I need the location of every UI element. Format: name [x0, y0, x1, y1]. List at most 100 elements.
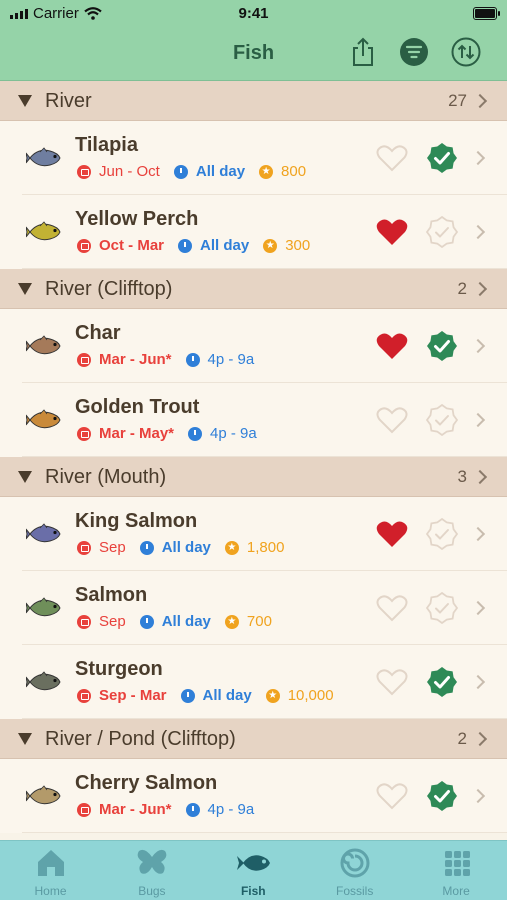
section-title: River (Mouth): [45, 466, 167, 488]
navigation-bar: Fish: [0, 28, 507, 81]
collapse-triangle-icon[interactable]: [18, 733, 32, 745]
hours-label: All day: [200, 237, 250, 254]
caught-badge-icon[interactable]: [426, 780, 458, 812]
hours-label: All day: [195, 163, 246, 180]
clock-icon: [180, 688, 195, 703]
uncaught-badge-icon[interactable]: [425, 517, 459, 551]
clock-icon: [188, 426, 203, 441]
caught-badge-icon[interactable]: [426, 142, 458, 174]
caught-badge-icon[interactable]: [426, 330, 458, 362]
filter-button[interactable]: [398, 36, 430, 68]
section-header[interactable]: River (Mouth) 3: [0, 457, 507, 497]
fish-meta: Oct - Mar All day ★ 300: [77, 237, 310, 254]
heart-filled-icon[interactable]: [376, 218, 408, 246]
fish-name: Salmon: [75, 584, 148, 606]
calendar-icon: [77, 614, 91, 629]
collapse-triangle-icon[interactable]: [18, 283, 32, 295]
fish-row[interactable]: Salmon Sep All day ★ 700: [0, 571, 507, 645]
section-header[interactable]: River / Pond (Clifftop) 2: [0, 719, 507, 759]
fish-name: Sturgeon: [75, 658, 163, 680]
clock: 9:41: [238, 5, 269, 22]
heart-outline-icon[interactable]: [376, 406, 408, 434]
fish-meta: Mar - Jun* 4p - 9a: [77, 351, 268, 368]
season-label: Sep: [99, 613, 126, 630]
tab-more[interactable]: More: [406, 841, 507, 900]
uncaught-badge-icon[interactable]: [425, 215, 459, 249]
fish-row[interactable]: Tilapia Jun - Oct All day ★ 800: [0, 121, 507, 195]
heart-outline-icon[interactable]: [376, 594, 408, 622]
page-title: Fish: [232, 42, 275, 64]
fish-row[interactable]: Golden Trout Mar - May* 4p - 9a: [0, 383, 507, 457]
tab-home[interactable]: Home: [0, 841, 101, 900]
fish-row[interactable]: Sturgeon Sep - Mar All day ★ 10,000: [0, 645, 507, 719]
hours-label: All day: [161, 613, 211, 630]
fish-meta: Mar - Jun* 4p - 9a: [77, 801, 268, 818]
chevron-right-icon[interactable]: [472, 731, 488, 747]
chevron-right-icon[interactable]: [470, 600, 486, 616]
fish-row[interactable]: Cherry Salmon Mar - Jun* 4p - 9a: [0, 759, 507, 833]
chevron-right-icon[interactable]: [470, 674, 486, 690]
tab-label: More: [442, 884, 470, 898]
section-count: 2: [457, 729, 467, 748]
fish-icon: [25, 519, 64, 549]
uncaught-badge-icon[interactable]: [425, 591, 459, 625]
fish-icon: [25, 781, 64, 811]
price-label: 10,000: [287, 687, 334, 704]
uncaught-badge-icon[interactable]: [425, 403, 459, 437]
share-icon: [353, 37, 373, 66]
tab-bugs[interactable]: Bugs: [101, 841, 202, 900]
fish-name: Char: [75, 322, 121, 344]
fish-meta: Sep All day ★ 700: [77, 613, 272, 630]
share-button[interactable]: [347, 36, 379, 68]
hours-label: 4p - 9a: [207, 801, 255, 818]
hours-label: All day: [161, 539, 211, 556]
chevron-right-icon[interactable]: [472, 469, 488, 485]
fish-name: Cherry Salmon: [75, 772, 218, 794]
hours-label: 4p - 9a: [207, 351, 255, 368]
tab-fossils[interactable]: Fossils: [304, 841, 405, 900]
section-count: 2: [457, 279, 467, 298]
section-count: 27: [448, 91, 467, 110]
chevron-right-icon[interactable]: [470, 526, 486, 542]
caught-badge-icon[interactable]: [426, 666, 458, 698]
chevron-right-icon[interactable]: [470, 224, 486, 240]
heart-filled-icon[interactable]: [376, 520, 408, 548]
fish-icon: [25, 667, 64, 697]
collapse-triangle-icon[interactable]: [18, 471, 32, 483]
sort-icon: [451, 37, 481, 67]
tab-fish[interactable]: Fish: [203, 841, 304, 900]
fish-row[interactable]: Yellow Perch Oct - Mar All day ★ 300: [0, 195, 507, 269]
fish-list[interactable]: River 27 Tilapia Jun - Oct All day ★ 800 Yellow…: [0, 81, 507, 841]
fish-icon: [25, 405, 64, 435]
chevron-right-icon[interactable]: [470, 788, 486, 804]
collapse-triangle-icon[interactable]: [18, 95, 32, 107]
heart-outline-icon[interactable]: [376, 144, 408, 172]
chevron-right-icon[interactable]: [472, 281, 488, 297]
section-title: River: [45, 90, 92, 112]
heart-filled-icon[interactable]: [376, 332, 408, 360]
chevron-right-icon[interactable]: [470, 412, 486, 428]
chevron-right-icon[interactable]: [472, 93, 488, 109]
fish-row[interactable]: Char Mar - Jun* 4p - 9a: [0, 309, 507, 383]
season-label: Sep - Mar: [99, 687, 167, 704]
section-header[interactable]: River 27: [0, 81, 507, 121]
calendar-icon: [77, 688, 91, 703]
hours-label: All day: [202, 687, 252, 704]
season-label: Mar - Jun*: [99, 801, 172, 818]
chevron-right-icon[interactable]: [470, 150, 486, 166]
section-header[interactable]: River (Clifftop) 2: [0, 269, 507, 309]
fish-row[interactable]: King Salmon Sep All day ★ 1,800: [0, 497, 507, 571]
grid-icon: [440, 847, 474, 879]
fish-icon: [25, 143, 64, 173]
price-label: 300: [285, 237, 311, 254]
section-title: River / Pond (Clifftop): [45, 728, 236, 750]
heart-outline-icon[interactable]: [376, 668, 408, 696]
chevron-right-icon[interactable]: [470, 338, 486, 354]
tab-label: Fossils: [336, 884, 374, 898]
calendar-icon: [77, 426, 91, 441]
heart-outline-icon[interactable]: [376, 782, 408, 810]
clock-icon: [185, 802, 200, 817]
filter-icon: [400, 38, 428, 66]
season-label: Mar - May*: [99, 425, 175, 442]
sort-button[interactable]: [450, 36, 482, 68]
